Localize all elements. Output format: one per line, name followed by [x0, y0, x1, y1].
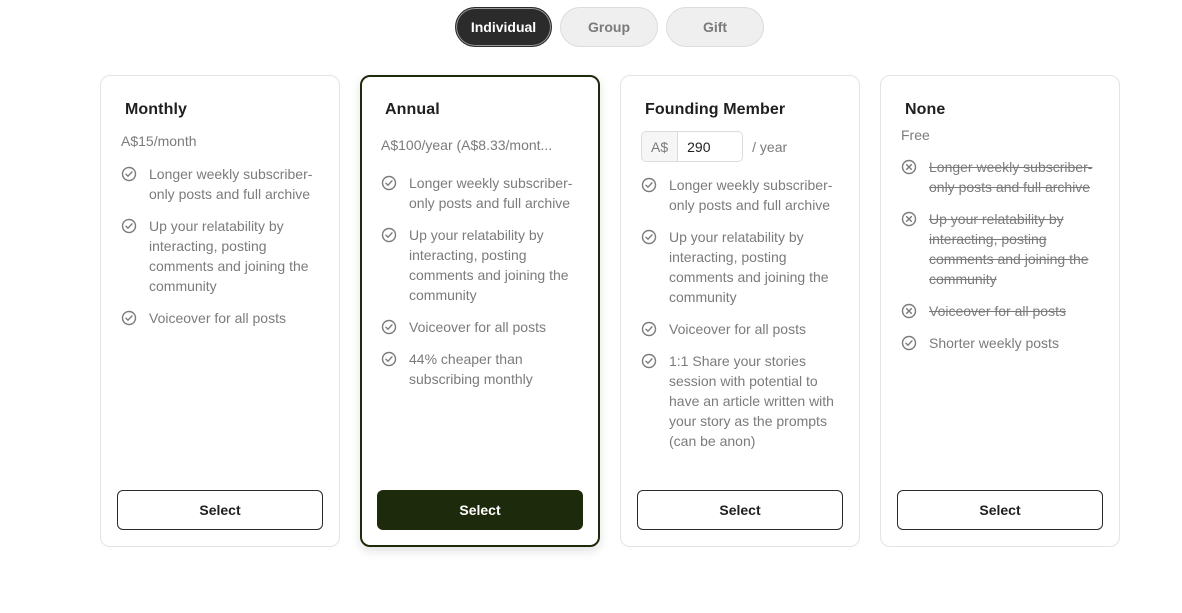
feature-item: Longer weekly subscriber-only posts and … — [641, 175, 841, 215]
plan-title: None — [905, 101, 946, 118]
feature-text: Voiceover for all posts — [669, 321, 806, 337]
plan-title: Founding Member — [645, 101, 786, 118]
plan-price: A$100/year (A$8.33/mont... — [381, 137, 553, 153]
check-circle-icon — [121, 166, 137, 182]
feature-text: Longer weekly subscriber-only posts and … — [149, 166, 313, 202]
feature-text: Voiceover for all posts — [929, 303, 1066, 319]
check-circle-icon — [381, 319, 397, 335]
feature-item: Longer weekly subscriber-only posts and … — [121, 164, 321, 204]
feature-item: Voiceover for all posts — [641, 319, 841, 339]
custom-price-row: A$ / year — [641, 131, 787, 162]
feature-item: Voiceover for all posts — [121, 308, 321, 328]
plan-price: Free — [901, 127, 930, 143]
check-circle-icon — [381, 175, 397, 191]
feature-list: Longer weekly subscriber-only posts and … — [381, 173, 581, 401]
feature-text: Up your relatability by interacting, pos… — [409, 227, 569, 303]
feature-item: Up your relatability by interacting, pos… — [381, 225, 581, 305]
feature-item: Up your relatability by interacting, pos… — [121, 216, 321, 296]
feature-item: 1:1 Share your stories session with pote… — [641, 351, 841, 451]
feature-text: Longer weekly subscriber-only posts and … — [409, 175, 573, 211]
feature-text: Voiceover for all posts — [409, 319, 546, 335]
plan-card-annual[interactable]: Annual A$100/year (A$8.33/mont... Longer… — [360, 75, 600, 547]
check-circle-icon — [641, 353, 657, 369]
amount-input[interactable] — [678, 131, 744, 162]
feature-text: Up your relatability by interacting, pos… — [669, 229, 829, 305]
plan-card-monthly[interactable]: Monthly A$15/month Longer weekly subscri… — [100, 75, 340, 547]
feature-item: Voiceover for all posts — [901, 301, 1101, 321]
check-circle-icon — [641, 321, 657, 337]
tab-gift[interactable]: Gift — [666, 7, 764, 47]
feature-item: Up your relatability by interacting, pos… — [641, 227, 841, 307]
check-circle-icon — [121, 310, 137, 326]
period-label: / year — [752, 138, 788, 155]
check-circle-icon — [901, 335, 917, 351]
feature-item: Longer weekly subscriber-only posts and … — [901, 157, 1101, 197]
x-circle-icon — [901, 211, 917, 227]
feature-item: Voiceover for all posts — [381, 317, 581, 337]
currency-label: A$ — [641, 131, 679, 162]
check-circle-icon — [121, 218, 137, 234]
feature-list: Longer weekly subscriber-only posts and … — [901, 157, 1101, 365]
feature-text: Shorter weekly posts — [929, 335, 1059, 351]
tab-individual[interactable]: Individual — [455, 7, 552, 47]
feature-list: Longer weekly subscriber-only posts and … — [641, 175, 841, 463]
feature-text: Up your relatability by interacting, pos… — [929, 211, 1089, 287]
select-none-button[interactable]: Select — [897, 490, 1103, 530]
check-circle-icon — [381, 351, 397, 367]
tab-group[interactable]: Group — [560, 7, 658, 47]
feature-text: Voiceover for all posts — [149, 310, 286, 326]
feature-text: Longer weekly subscriber-only posts and … — [929, 159, 1093, 195]
feature-text: 44% cheaper than subscribing monthly — [409, 351, 533, 387]
x-circle-icon — [901, 159, 917, 175]
feature-item: Shorter weekly posts — [901, 333, 1101, 353]
plan-title: Monthly — [125, 101, 188, 118]
select-monthly-button[interactable]: Select — [117, 490, 323, 530]
check-circle-icon — [641, 177, 657, 193]
check-circle-icon — [641, 229, 657, 245]
plan-card-none[interactable]: None Free Longer weekly subscriber-only … — [880, 75, 1120, 547]
select-annual-button[interactable]: Select — [377, 490, 583, 530]
feature-item: 44% cheaper than subscribing monthly — [381, 349, 581, 389]
check-circle-icon — [381, 227, 397, 243]
x-circle-icon — [901, 303, 917, 319]
feature-text: 1:1 Share your stories session with pote… — [669, 353, 834, 449]
feature-text: Up your relatability by interacting, pos… — [149, 218, 309, 294]
feature-item: Longer weekly subscriber-only posts and … — [381, 173, 581, 213]
feature-text: Longer weekly subscriber-only posts and … — [669, 177, 833, 213]
plan-price: A$15/month — [121, 133, 197, 149]
plan-card-founding-member[interactable]: Founding Member A$ / year Longer weekly … — [620, 75, 860, 547]
feature-list: Longer weekly subscriber-only posts and … — [121, 164, 321, 340]
plan-title: Annual — [385, 101, 440, 118]
feature-item: Up your relatability by interacting, pos… — [901, 209, 1101, 289]
select-founding-member-button[interactable]: Select — [637, 490, 843, 530]
plan-type-tabs: Individual Group Gift — [455, 7, 764, 47]
